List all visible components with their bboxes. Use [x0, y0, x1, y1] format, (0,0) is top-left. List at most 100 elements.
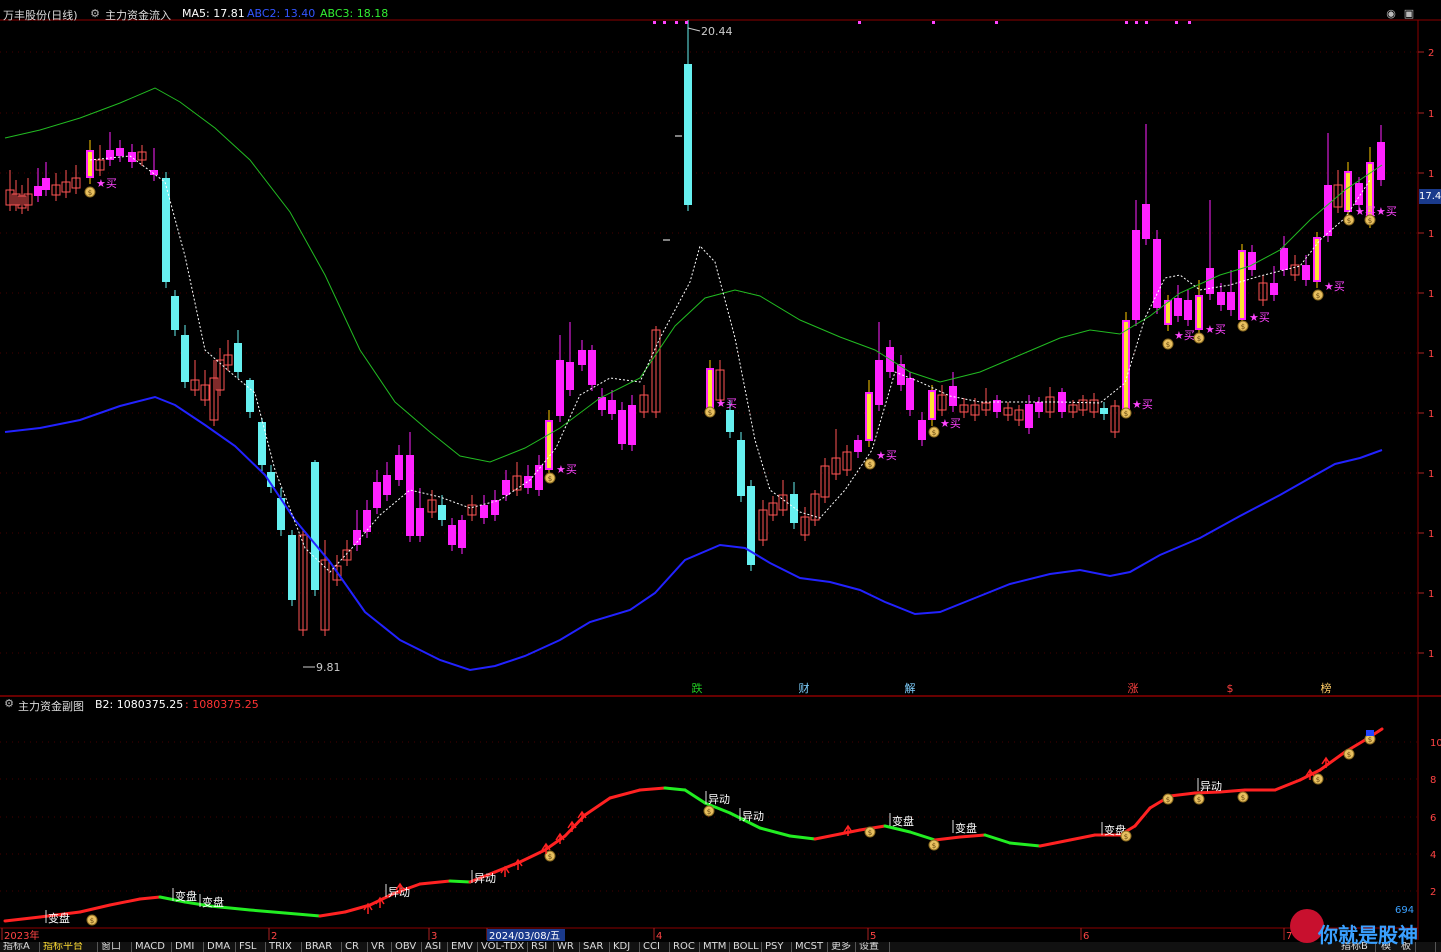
sub-settings-icon[interactable]: ⚙ [3, 698, 15, 710]
top-signal-dot [932, 21, 935, 24]
top-signal-dot [1125, 21, 1128, 24]
indicator-tab[interactable]: 指标平台 [40, 942, 98, 952]
flow-line-up [318, 910, 347, 918]
signal-candle [1166, 302, 1170, 323]
signal-candle [1197, 297, 1201, 328]
watermark-number: 694 [1395, 905, 1415, 916]
indicator-tab[interactable]: MCST [792, 942, 828, 952]
down-candle [162, 178, 170, 282]
sub-money-bag-symbol: $ [1347, 751, 1351, 759]
current-price-tag: 17.4 [1419, 189, 1441, 204]
indicator-tab[interactable]: VR [368, 942, 392, 952]
chart-options-icon[interactable]: ◉ [1385, 8, 1397, 20]
sub-axis-label: 4 [1430, 850, 1436, 861]
up-candle [128, 152, 136, 162]
sub-chart-title: 主力资金副图 [18, 700, 84, 713]
maximize-icon[interactable]: ▣ [1403, 8, 1415, 20]
top-signal-dot [675, 21, 678, 24]
flow-line-up [583, 796, 612, 817]
x-axis-label: 3 [431, 931, 437, 942]
up-candle [556, 360, 564, 416]
indicator-tab[interactable]: CR [342, 942, 368, 952]
indicator-tab[interactable]: CCI [640, 942, 670, 952]
top-signal-dot [685, 21, 688, 24]
header-settings-icon[interactable]: ⚙ [89, 8, 101, 20]
indicator-tab[interactable]: VOL-TDX [478, 942, 528, 952]
indicator-tab[interactable]: 更多 [828, 942, 856, 952]
indicator-tab[interactable]: MACD [132, 942, 172, 952]
main-axis-label: 1 [1428, 169, 1434, 180]
sub-chart-label: 异动 [474, 872, 496, 885]
down-candle [311, 462, 319, 590]
indicator-tab[interactable]: RSI [528, 942, 554, 952]
indicator-tab[interactable]: EMV [448, 942, 478, 952]
main-axis-label: 1 [1428, 529, 1434, 540]
down-candle [234, 343, 242, 372]
buy-signal-label: ★买 [1174, 329, 1195, 342]
up-candle [363, 510, 371, 532]
up-candle [1153, 239, 1161, 308]
sub-money-bag-symbol: $ [1166, 796, 1170, 804]
low-price-label: 9.81 [316, 661, 341, 674]
indicator-tab[interactable]: FSL [236, 942, 266, 952]
money-bag-symbol: $ [1166, 341, 1170, 349]
indicator-tab[interactable]: DMI [172, 942, 204, 952]
indicator-tab[interactable]: BRAR [302, 942, 342, 952]
up-candle [588, 350, 596, 385]
main-axis-label: 2 [1428, 48, 1434, 59]
indicator-tab[interactable]: 窗口 [98, 942, 132, 952]
main-axis-label: 1 [1428, 409, 1434, 420]
x-axis-label: 5 [870, 931, 876, 942]
down-candle [171, 296, 179, 330]
up-candle [42, 178, 50, 190]
indicator-tab[interactable]: ASI [422, 942, 448, 952]
sub-chart-label: 变盘 [892, 814, 914, 828]
abc3-label: ABC3: 18.18 [320, 7, 389, 20]
up-candle [1324, 185, 1332, 236]
down-candle [181, 335, 189, 382]
money-bag-symbol: $ [1197, 335, 1201, 343]
indicator-tab[interactable]: WR [554, 942, 580, 952]
indicator-tab[interactable]: ROC [670, 942, 700, 952]
sub-money-bag-symbol: $ [1316, 776, 1320, 784]
indicator-tab[interactable]: PSY [762, 942, 792, 952]
money-bag-symbol: $ [548, 475, 552, 483]
top-signal-dot [1135, 21, 1138, 24]
down-candle [438, 505, 446, 520]
event-marker: 财 [799, 681, 810, 695]
flow-line-down [788, 834, 817, 841]
top-signal-dot [663, 21, 666, 24]
abc3-line [4, 87, 1383, 463]
down-candle [1100, 408, 1108, 414]
up-candle [448, 525, 456, 545]
indicator-tab[interactable]: 指标A [0, 942, 40, 952]
sub-chart-label: 变盘 [175, 889, 197, 903]
indicator-tab[interactable]: TRIX [266, 942, 302, 952]
indicator-tab[interactable]: BOLL [730, 942, 762, 952]
buy-signal-label: ★买 [1205, 323, 1226, 336]
sub-chart-label: 异动 [388, 886, 410, 899]
up-candle [566, 362, 574, 390]
b2-label: B2: 1080375.25 [95, 698, 184, 711]
indicator-tab[interactable]: 设置 [856, 942, 890, 952]
indicator-tab[interactable]: KDJ [610, 942, 640, 952]
kline-chart[interactable]: 211111111111086422023年 2 3 2024/03/08/五 4 5 6 7… [0, 0, 1441, 952]
x-axis-label: 2023年 [4, 929, 39, 942]
up-candle [1184, 300, 1192, 320]
flow-line-up [518, 848, 547, 864]
sub-chart-label: 异动 [742, 810, 764, 823]
signal-candle [1346, 173, 1350, 210]
top-signal-dot [1188, 21, 1191, 24]
indicator-tab[interactable]: SAR [580, 942, 610, 952]
up-candle [1132, 230, 1140, 320]
indicator-tab[interactable]: DMA [204, 942, 236, 952]
flow-line-up [1133, 806, 1152, 828]
indicator-name: 主力资金流入 [105, 9, 171, 22]
sub-money-bag-symbol: $ [1124, 833, 1128, 841]
sub-money-bag-symbol: $ [707, 808, 711, 816]
flow-line-down [248, 908, 287, 915]
money-bag-symbol: $ [1241, 323, 1245, 331]
indicator-tab[interactable]: OBV [392, 942, 422, 952]
up-candle [875, 360, 883, 405]
indicator-tab[interactable]: MTM [700, 942, 730, 952]
